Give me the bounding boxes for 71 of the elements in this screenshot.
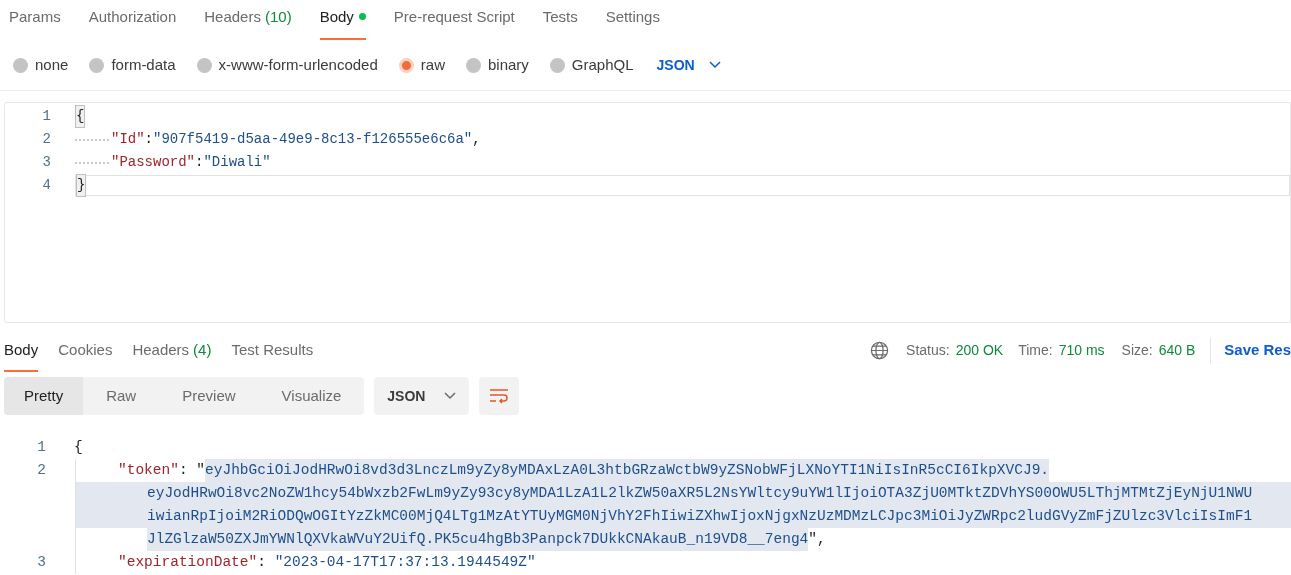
- code-token: eyJodHRwOi8vc2NoZW1hcy54bWxzb2FwLm9yZy93cy8yMDA1LzA1L2lkZW50aXR5L2NsYWltcy9uYW1lIjoiOTA3ZjU0MTktZDVhYS00OWU5LThjMTMtZjEyNjU1NWU: [147, 484, 1253, 503]
- tab[interactable]: Body: [4, 329, 39, 372]
- tab[interactable]: Tests: [542, 5, 578, 40]
- tab[interactable]: Authorization: [88, 5, 177, 40]
- status-value: 200 OK: [955, 341, 1004, 360]
- code-token: ,: [472, 130, 481, 149]
- tab[interactable]: Headers (10): [204, 5, 292, 40]
- code-token: "Password": [111, 153, 195, 172]
- tab[interactable]: Body: [319, 5, 366, 40]
- radio-button[interactable]: [13, 57, 28, 73]
- line-number: 3: [41, 153, 51, 172]
- tab[interactable]: Headers (4): [132, 329, 212, 372]
- code-token: iwianRpIjoiM2RiODQwOGItYzZkMC00MjQ4LTg1MzAtYTUyMGM0NjVhY2FhIiwiZXhwIjoxNjgxNzUzMDMzLCJpc3MiOiJyZWRpc2ludGVyZmFjZUlzc3VlciIsImF1: [147, 507, 1253, 526]
- radio-button[interactable]: [549, 57, 565, 73]
- radio-option[interactable]: none: [13, 53, 69, 77]
- code-token: {: [75, 105, 86, 128]
- code-token: eyJhbGciOiJodHRwOi8vd3d3LnczLm9yZy8yMDAxLzA0L3htbGRzaWctbW9yZSNobWFjLXNoYTI1NiIsInR5cCI6IkpXVCJ9.: [205, 459, 1050, 482]
- status-label: Status:: [906, 341, 950, 360]
- radio-button[interactable]: [398, 57, 414, 73]
- code-token: "907f5419-d5aa-49e9-8c13-f126555e6c6a": [153, 130, 473, 149]
- code-token: :: [195, 153, 204, 172]
- line-number: 3: [36, 553, 46, 572]
- code-token: :: [257, 553, 267, 572]
- wrap-lines-icon: [489, 388, 510, 404]
- size-value: 640 B: [1158, 341, 1196, 360]
- wrap-lines-button[interactable]: [479, 377, 520, 415]
- time-value: 710 ms: [1058, 341, 1105, 360]
- radio-option[interactable]: binary: [465, 53, 529, 77]
- view-mode-tab[interactable]: Raw: [83, 377, 160, 415]
- view-mode-tab[interactable]: Pretty: [4, 377, 84, 415]
- tab[interactable]: Params: [9, 5, 61, 40]
- code-token: ",: [808, 530, 826, 549]
- request-body-editor[interactable]: 1 { 2 "Id":"907f5419-d5aa-49e9-8c13-f126555e6c6a", 3 "Password":"Diwali" 4 }: [4, 102, 1291, 323]
- chevron-down-icon: [708, 61, 721, 69]
- whitespace-dots: [75, 161, 109, 164]
- radio-button[interactable]: [465, 57, 481, 73]
- code-token: "expirationDate": [118, 553, 258, 572]
- code-token: :: [144, 130, 153, 149]
- code-token: "Diwali": [203, 153, 271, 172]
- format-dropdown[interactable]: JSON: [656, 54, 721, 76]
- code-token: "token": [118, 461, 179, 480]
- whitespace-dots: [75, 138, 109, 141]
- line-number: 2: [41, 130, 51, 149]
- view-mode-tab[interactable]: Visualize: [258, 377, 365, 415]
- tab[interactable]: Test Results: [231, 329, 314, 372]
- save-response-link[interactable]: Save Res: [1224, 339, 1291, 362]
- code-token: "2023-04-17T17:37:13.1944549Z": [274, 553, 536, 572]
- line-number: 4: [41, 176, 51, 195]
- radio-option[interactable]: form-data: [89, 53, 176, 77]
- format-dropdown[interactable]: JSON: [374, 377, 470, 415]
- line-number: 1: [36, 438, 46, 457]
- radio-option[interactable]: GraphQL: [549, 53, 634, 77]
- line-number: 1: [41, 107, 51, 126]
- radio-option[interactable]: raw: [398, 53, 445, 77]
- radio-button[interactable]: [89, 57, 105, 73]
- chevron-down-icon: [444, 392, 457, 400]
- code-token: JlZGlzaW50ZXJmYWNlQXVkaWVuY2UifQ.PK5cu4hgBb3Panpck7DUkkCNAkauB_n19VD8__7eng4: [147, 528, 809, 551]
- code-token: "Id": [111, 130, 145, 149]
- radio-option[interactable]: x-www-form-urlencoded: [196, 53, 378, 77]
- tab[interactable]: Settings: [605, 5, 660, 40]
- code-token: : ": [178, 461, 206, 480]
- size-label: Size:: [1121, 341, 1153, 360]
- tab[interactable]: Cookies: [58, 329, 113, 372]
- globe-icon[interactable]: [870, 341, 890, 360]
- tab[interactable]: Pre-request Script: [393, 5, 515, 40]
- view-mode-tab[interactable]: Preview: [159, 377, 259, 415]
- radio-button[interactable]: [196, 57, 212, 73]
- code-token: {: [74, 438, 83, 457]
- line-number: 2: [36, 461, 46, 480]
- code-token: }: [76, 174, 87, 197]
- time-label: Time:: [1018, 341, 1053, 360]
